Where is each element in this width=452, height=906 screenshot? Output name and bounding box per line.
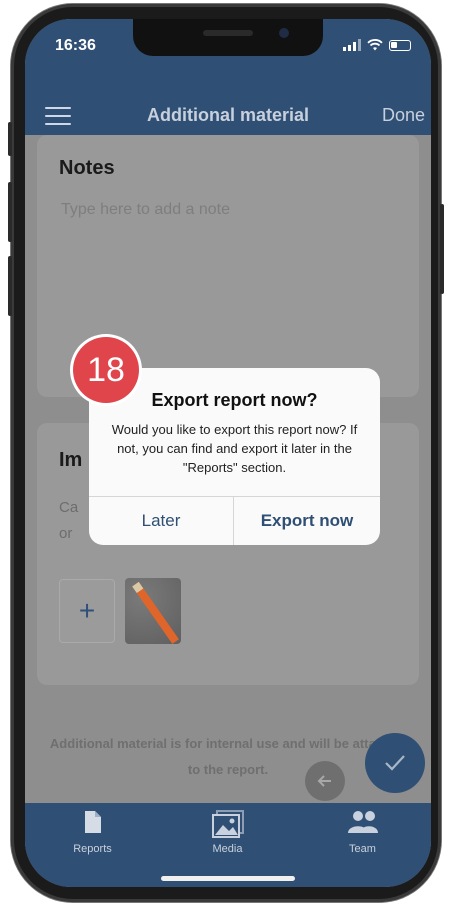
export-dialog: Export report now? Would you like to exp…: [89, 368, 380, 545]
later-button[interactable]: Later: [89, 497, 233, 545]
notes-input[interactable]: Type here to add a note: [61, 201, 230, 219]
notch: [133, 19, 323, 56]
tab-media[interactable]: Media: [160, 803, 295, 863]
tab-bar: Reports Media Team: [25, 803, 431, 887]
tab-team-label: Team: [349, 843, 376, 855]
wifi-icon: [367, 39, 383, 51]
tab-reports[interactable]: Reports: [25, 803, 160, 863]
tab-media-label: Media: [212, 843, 243, 855]
back-button[interactable]: [305, 761, 345, 801]
speaker: [203, 30, 253, 36]
pencil-image: [132, 581, 179, 644]
arrow-left-icon: [317, 775, 331, 787]
confirm-button[interactable]: [365, 733, 425, 793]
done-button[interactable]: Done: [382, 105, 425, 126]
footer-note: Additional material is for internal use …: [49, 736, 407, 777]
status-icons: [343, 39, 411, 51]
signal-icon: [343, 39, 361, 51]
step-badge: 18: [73, 337, 139, 403]
team-icon: [347, 811, 378, 833]
tab-team[interactable]: Team: [295, 803, 430, 863]
add-image-button[interactable]: +: [59, 579, 115, 643]
image-icon: [211, 810, 244, 838]
status-time: 16:36: [55, 37, 96, 54]
home-indicator[interactable]: [161, 876, 295, 881]
battery-icon: [389, 39, 411, 51]
volume-up-button: [8, 182, 12, 242]
volume-down-button: [8, 256, 12, 316]
image-thumbnail[interactable]: [125, 578, 181, 644]
notes-title: Notes: [59, 157, 115, 179]
dialog-title: Export report now?: [151, 390, 318, 410]
front-camera: [279, 28, 289, 38]
mute-switch: [8, 122, 12, 156]
tab-reports-label: Reports: [73, 843, 112, 855]
images-title: Im: [59, 449, 83, 471]
page-title: Additional material: [146, 105, 310, 125]
status-bar: 16:36: [25, 19, 431, 79]
plus-icon: +: [78, 595, 96, 626]
dialog-message: Would you like to export this report now…: [111, 422, 358, 475]
checkmark-icon: [385, 755, 405, 771]
document-icon: [84, 811, 101, 833]
export-now-button[interactable]: Export now: [234, 497, 380, 545]
nav-bar: Additional material Done: [25, 79, 431, 135]
power-button: [440, 204, 444, 294]
